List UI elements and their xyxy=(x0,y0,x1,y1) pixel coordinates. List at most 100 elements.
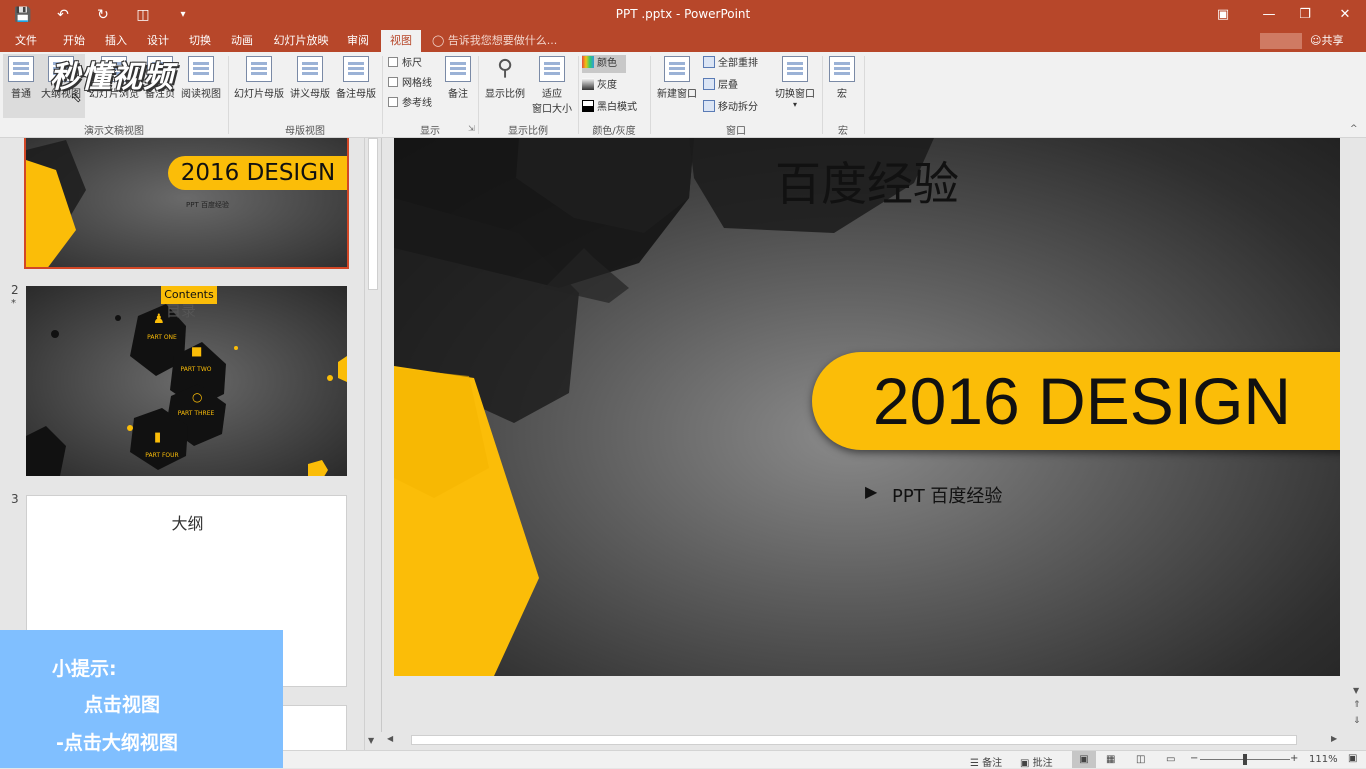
collapse-ribbon-icon[interactable]: ^ xyxy=(1350,124,1358,134)
slide-master-button[interactable]: 幻灯片母版 xyxy=(232,56,286,100)
arrange-all-label: 全部重排 xyxy=(718,58,758,69)
move-split-button[interactable]: 移动拆分 xyxy=(703,99,758,117)
scroll-down-arrow-icon[interactable]: ▼ xyxy=(368,736,374,745)
next-slide-icon[interactable]: ⇓ xyxy=(1353,716,1361,726)
color-swatch-icon xyxy=(582,56,594,68)
tell-me-box[interactable]: ◯ 告诉我您想要做什么... xyxy=(432,30,557,52)
normal-view-icon xyxy=(8,56,34,82)
scroll-right-arrow-icon[interactable]: ▶ xyxy=(1331,734,1337,743)
tip-heading: 小提示: xyxy=(52,658,117,680)
thumbnail-1-banner: 2016 DESIGN xyxy=(168,156,347,190)
grayscale-label: 灰度 xyxy=(597,80,617,91)
zoom-out-icon[interactable]: − xyxy=(1190,753,1198,764)
comment-icon: ▣ xyxy=(1020,758,1033,769)
thumbnail-2-title: 目录 xyxy=(166,302,197,320)
thumbnail-2-part-one: PART ONE xyxy=(147,334,177,341)
arrange-all-button[interactable]: 全部重排 xyxy=(703,55,758,73)
group-label-macros: 宏 xyxy=(838,126,848,137)
tab-home[interactable]: 开始 xyxy=(56,30,92,52)
notes-master-icon xyxy=(343,56,369,82)
slide-thumbnail-1[interactable]: 2016 DESIGN PPT 百度经验 xyxy=(26,138,347,267)
dialog-launcher-icon[interactable]: ⇲ xyxy=(468,124,475,133)
horizontal-scrollbar[interactable]: ◀ ▶ xyxy=(381,732,1350,748)
ruler-checkbox[interactable]: 标尺 xyxy=(388,55,422,73)
switch-windows-button[interactable]: 切换窗口 ▾ xyxy=(772,56,818,109)
thumbnail-2-part-three: PART THREE xyxy=(177,410,215,417)
macros-button[interactable]: 宏 xyxy=(828,56,856,100)
zoom-slider-thumb[interactable] xyxy=(1243,754,1247,765)
slide-title[interactable]: 百度经验 xyxy=(394,148,1340,214)
scroll-left-arrow-icon[interactable]: ◀ xyxy=(387,734,393,743)
gridlines-checkbox[interactable]: 网格线 xyxy=(388,75,432,93)
account-area[interactable] xyxy=(1260,33,1302,49)
previous-slide-icon[interactable]: ⇑ xyxy=(1353,700,1361,710)
normal-view-status-icon[interactable]: ▣ xyxy=(1072,751,1096,768)
slide-thumbnail-2[interactable]: Contents 目录 PART ONE PART TWO PART THREE… xyxy=(26,286,347,476)
tab-design[interactable]: 设计 xyxy=(140,30,176,52)
tab-review[interactable]: 审阅 xyxy=(340,30,376,52)
slide-banner[interactable]: 2016 DESIGN xyxy=(812,352,1340,450)
vertical-scrollbar[interactable]: ▼ ⇑ ⇓ xyxy=(1350,138,1366,750)
tab-slideshow[interactable]: 幻灯片放映 xyxy=(266,30,336,52)
slide-sorter-status-icon[interactable]: ▦ xyxy=(1106,754,1115,765)
tab-animations[interactable]: 动画 xyxy=(224,30,260,52)
checkbox-box xyxy=(388,97,398,107)
thumbnail-2-part-four: PART FOUR xyxy=(145,452,179,459)
handout-master-button[interactable]: 讲义母版 xyxy=(288,56,332,100)
chevron-down-icon: ▾ xyxy=(792,100,797,109)
horizontal-scroll-thumb[interactable] xyxy=(411,735,1297,745)
title-bar: 💾 ↶ ↻ ◫ ▾ PPT .pptx - PowerPoint ▣ — ❐ ✕ xyxy=(0,0,1366,30)
color-option[interactable]: 颜色 xyxy=(582,55,626,73)
lightbulb-icon: ◯ xyxy=(432,34,448,47)
current-slide[interactable]: 百度经验 2016 DESIGN ▶ PPT 百度经验 xyxy=(394,138,1340,676)
reading-view-icon xyxy=(188,56,214,82)
comments-status-label: 批注 xyxy=(1032,758,1053,769)
cascade-label: 层叠 xyxy=(718,80,738,91)
new-window-label: 新建窗口 xyxy=(657,89,697,100)
share-button[interactable]: ☺共享 xyxy=(1310,30,1343,52)
group-label-color: 颜色/灰度 xyxy=(592,126,636,137)
close-icon[interactable]: ✕ xyxy=(1326,0,1364,30)
reading-view-status-icon[interactable]: ◫ xyxy=(1136,754,1145,765)
grayscale-option[interactable]: 灰度 xyxy=(582,77,617,95)
macros-icon xyxy=(829,56,855,82)
macros-label: 宏 xyxy=(837,89,847,100)
normal-view-label: 普通 xyxy=(11,89,31,100)
normal-view-button[interactable]: 普通 xyxy=(6,56,36,100)
slide-subtitle[interactable]: PPT 百度经验 xyxy=(892,482,1002,508)
fit-slide-icon[interactable]: ▣ xyxy=(1348,753,1357,764)
slide-2-animation-star: * xyxy=(11,298,16,309)
scroll-down-arrow-icon[interactable]: ▼ xyxy=(1353,686,1359,695)
thumbnails-scroll-thumb[interactable] xyxy=(368,138,378,290)
comments-status-button[interactable]: ▣ 批注 xyxy=(1020,754,1053,769)
guides-label: 参考线 xyxy=(402,98,432,109)
reading-view-button[interactable]: 阅读视图 xyxy=(178,56,224,100)
switch-windows-icon xyxy=(782,56,808,82)
tab-transitions[interactable]: 切换 xyxy=(182,30,218,52)
notes-master-button[interactable]: 备注母版 xyxy=(334,56,378,100)
slide-number-2: 2 xyxy=(11,283,19,297)
zoom-button[interactable]: ⚲ 显示比例 xyxy=(482,56,528,100)
notes-toggle-button[interactable]: 备注 xyxy=(444,56,472,100)
black-white-option[interactable]: 黑白模式 xyxy=(582,99,637,117)
cascade-button[interactable]: 层叠 xyxy=(703,77,738,95)
move-split-label: 移动拆分 xyxy=(718,102,758,113)
minimize-icon[interactable]: — xyxy=(1250,0,1288,30)
tab-file[interactable]: 文件 xyxy=(6,30,46,52)
magnifier-icon: ⚲ xyxy=(496,56,514,81)
thumbnails-scrollbar[interactable]: ▼ xyxy=(364,138,380,750)
handout-master-label: 讲义母版 xyxy=(290,89,330,100)
notes-status-button[interactable]: ☰ 备注 xyxy=(970,754,1002,769)
tab-view[interactable]: 视图 xyxy=(381,30,421,52)
guides-checkbox[interactable]: 参考线 xyxy=(388,95,432,113)
new-window-button[interactable]: 新建窗口 xyxy=(654,56,700,100)
share-label: 共享 xyxy=(1321,34,1344,47)
slideshow-status-icon[interactable]: ▭ xyxy=(1166,754,1175,765)
zoom-in-icon[interactable]: + xyxy=(1290,753,1298,764)
fit-to-window-button[interactable]: 适应 窗口大小 xyxy=(530,56,574,115)
restore-icon[interactable]: ❐ xyxy=(1286,0,1324,30)
ribbon-display-options-icon[interactable]: ▣ xyxy=(1204,0,1242,30)
fit-to-window-label-line2: 窗口大小 xyxy=(532,104,572,115)
zoom-level[interactable]: 111% xyxy=(1309,754,1338,765)
tab-insert[interactable]: 插入 xyxy=(98,30,134,52)
